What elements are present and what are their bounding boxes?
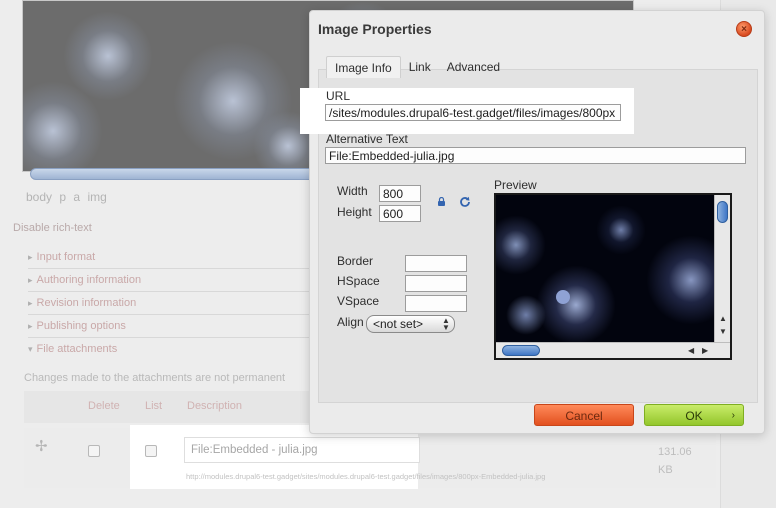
preview-label: Preview xyxy=(494,178,537,192)
divider xyxy=(28,291,318,292)
fieldset-label: Authoring information xyxy=(36,274,142,286)
border-input[interactable] xyxy=(405,255,467,272)
cancel-button[interactable]: Cancel xyxy=(534,404,634,426)
collapsed-triangle-icon: ▸ xyxy=(28,252,33,262)
attachments-note: Changes made to the attachments are not … xyxy=(24,372,286,384)
alt-text-input[interactable]: File:Embedded-julia.jpg xyxy=(325,147,746,164)
delete-checkbox[interactable] xyxy=(88,445,100,457)
align-select[interactable]: <not set> ▲ ▼ xyxy=(366,315,455,333)
column-header-delete: Delete xyxy=(88,400,120,412)
preview-vertical-scrollbar[interactable]: ▲ ▼ xyxy=(714,195,730,342)
alt-text-label: Alternative Text xyxy=(326,132,408,146)
fieldset-input-format[interactable]: ▸ Input format xyxy=(28,251,95,263)
tab-advanced[interactable]: Advanced xyxy=(439,56,508,78)
scroll-thumb[interactable] xyxy=(717,201,728,223)
path-item[interactable]: a xyxy=(73,190,80,204)
path-item[interactable]: p xyxy=(59,190,66,204)
select-arrows-icon: ▲ ▼ xyxy=(442,316,450,332)
column-header-description: Description xyxy=(187,400,243,412)
path-item[interactable]: body xyxy=(26,190,52,204)
preview-box: ▲ ▼ ◀ ▶ xyxy=(494,193,732,360)
fieldset-publishing-options[interactable]: ▸ Publishing options xyxy=(28,320,126,332)
scroll-thumb[interactable] xyxy=(502,345,540,356)
disable-rich-text-link[interactable]: Disable rich-text xyxy=(13,222,92,234)
align-selected-value: <not set> xyxy=(373,317,424,331)
chevron-right-icon: › xyxy=(731,410,735,421)
file-description-input[interactable]: File:Embedded - julia.jpg xyxy=(184,437,420,463)
collapsed-triangle-icon: ▸ xyxy=(28,321,33,331)
divider xyxy=(28,314,318,315)
url-input[interactable]: /sites/modules.drupal6-test.gadget/files… xyxy=(325,104,621,121)
ok-button[interactable]: OK › xyxy=(644,404,744,426)
path-item[interactable]: img xyxy=(87,190,106,204)
divider xyxy=(28,268,318,269)
fieldset-label: Input format xyxy=(36,251,96,263)
border-label: Border xyxy=(337,254,374,268)
vspace-input[interactable] xyxy=(405,295,467,312)
dialog-tabs: Image Info Link Advanced xyxy=(326,56,508,78)
scroll-right-arrow-icon[interactable]: ▶ xyxy=(702,346,708,355)
fieldset-authoring-information[interactable]: ▸ Authoring information xyxy=(28,274,141,286)
editor-path-bar: body p a img xyxy=(26,190,107,204)
hspace-input[interactable] xyxy=(405,275,467,292)
fieldset-label: File attachments xyxy=(36,343,118,355)
height-input[interactable]: 600 xyxy=(379,205,421,222)
scroll-down-arrow-icon[interactable]: ▼ xyxy=(719,327,727,336)
align-label: Align xyxy=(337,315,364,329)
dialog-title: Image Properties xyxy=(318,21,432,37)
scroll-left-arrow-icon[interactable]: ◀ xyxy=(688,346,694,355)
divider xyxy=(28,337,318,338)
preview-horizontal-scrollbar[interactable]: ◀ ▶ xyxy=(496,342,730,358)
drag-handle-icon[interactable]: ✢ xyxy=(35,437,48,455)
width-label: Width xyxy=(337,184,368,198)
scroll-up-arrow-icon[interactable]: ▲ xyxy=(719,314,727,323)
height-label: Height xyxy=(337,205,372,219)
close-icon[interactable]: × xyxy=(736,21,752,37)
file-url-text: http://modules.drupal6-test.gadget/sites… xyxy=(186,472,546,481)
tab-image-info[interactable]: Image Info xyxy=(326,56,401,78)
fieldset-label: Revision information xyxy=(36,297,137,309)
column-header-list: List xyxy=(145,400,163,412)
file-size: 131.06 KB xyxy=(658,446,692,476)
list-checkbox[interactable] xyxy=(145,445,157,457)
preview-image xyxy=(496,195,714,342)
vspace-label: VSpace xyxy=(337,294,380,308)
fieldset-revision-information[interactable]: ▸ Revision information xyxy=(28,297,136,309)
tab-link[interactable]: Link xyxy=(401,56,439,78)
lock-ratio-icon[interactable] xyxy=(437,197,446,206)
reset-size-icon[interactable] xyxy=(459,196,471,208)
collapsed-triangle-icon: ▸ xyxy=(28,275,33,285)
fieldset-label: Publishing options xyxy=(36,320,126,332)
expanded-triangle-icon: ▾ xyxy=(28,344,33,354)
url-label: URL xyxy=(326,89,351,103)
fieldset-file-attachments[interactable]: ▾ File attachments xyxy=(28,343,117,355)
hspace-label: HSpace xyxy=(337,274,380,288)
width-input[interactable]: 800 xyxy=(379,185,421,202)
collapsed-triangle-icon: ▸ xyxy=(28,298,33,308)
ok-label: OK xyxy=(685,409,703,423)
editor-horizontal-scrollbar[interactable] xyxy=(30,168,320,180)
